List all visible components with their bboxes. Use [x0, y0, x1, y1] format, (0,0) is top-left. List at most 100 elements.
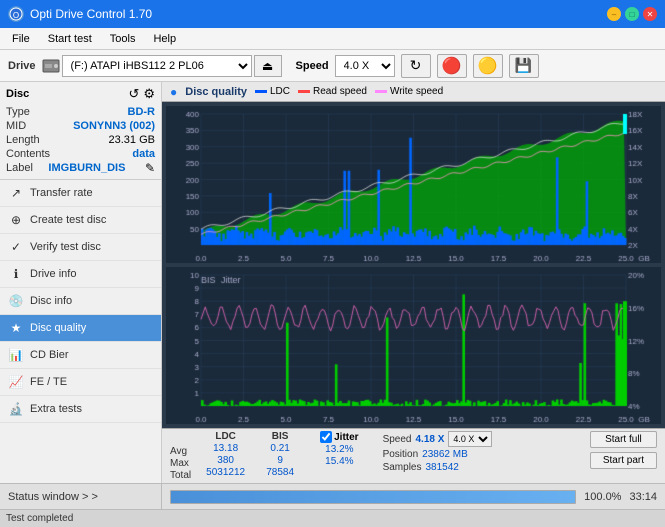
sidebar-item-drive-info[interactable]: ℹ Drive info: [0, 261, 161, 288]
main-layout: Disc ↺ ⚙ Type BD-R MID SONYNN3 (002) Len…: [0, 82, 665, 483]
menu-bar: File Start test Tools Help: [0, 28, 665, 50]
sidebar-item-disc-quality[interactable]: ★ Disc quality: [0, 315, 161, 342]
record-button[interactable]: 🔴: [437, 54, 467, 78]
svg-text:O: O: [13, 11, 19, 20]
jitter-total: [320, 468, 358, 479]
disc-label-value: IMGBURN_DIS: [48, 162, 125, 174]
refresh-button[interactable]: ↻: [401, 54, 431, 78]
bis-total: 78584: [260, 467, 300, 478]
sidebar-item-verify-test[interactable]: ✓ Verify test disc: [0, 234, 161, 261]
legend-write-color: [375, 90, 387, 93]
menu-start-test[interactable]: Start test: [40, 31, 100, 47]
progress-bar: [170, 490, 576, 504]
bis-stats: BIS 0.21 9 78584: [260, 431, 300, 478]
disc-quality-icon: ★: [8, 320, 24, 336]
legend-read-label: Read speed: [313, 86, 367, 97]
charts-container: [162, 102, 665, 428]
legend-read-color: [298, 90, 310, 93]
bis-avg: 0.21: [260, 443, 300, 454]
speed-unit-select[interactable]: 4.0 X: [448, 431, 492, 447]
ldc-total: 5031212: [203, 467, 248, 478]
jitter-avg: 13.2%: [320, 444, 358, 455]
disc-title: Disc: [6, 88, 29, 100]
content-area: ● Disc quality LDC Read speed Write spee…: [162, 82, 665, 483]
drive-info-icon: ℹ: [8, 266, 24, 282]
menu-tools[interactable]: Tools: [102, 31, 144, 47]
disc-mid-label: MID: [6, 120, 26, 132]
disc-length-label: Length: [6, 134, 40, 146]
ldc-chart: [166, 106, 661, 263]
position-value: 23862 MB: [422, 449, 468, 460]
completion-bar: Test completed: [0, 509, 665, 527]
speed-select[interactable]: 4.0 X 1.0 X 2.0 X 8.0 X: [335, 55, 395, 77]
disc-label-label: Label: [6, 162, 33, 174]
menu-file[interactable]: File: [4, 31, 38, 47]
disc-info-icon: 💿: [8, 293, 24, 309]
progress-percent: 100.0%: [584, 491, 621, 503]
drive-select[interactable]: (F:) ATAPI iHBS112 2 PL06: [62, 55, 252, 77]
status-bar: Status window > > 100.0% 33:14: [0, 483, 665, 509]
sidebar-item-create-test-label: Create test disc: [30, 214, 153, 226]
position-row: Position 23862 MB: [383, 449, 493, 460]
disc-quality-header-icon: ●: [170, 85, 177, 99]
stats-bar: Avg Max Total LDC 13.18 380 5031212 BIS …: [162, 428, 665, 483]
sidebar-item-cd-bier-label: CD Bier: [30, 349, 153, 361]
start-part-button[interactable]: Start part: [590, 452, 657, 469]
sidebar-menu: ↗ Transfer rate ⊕ Create test disc ✓ Ver…: [0, 180, 161, 483]
drive-bar: Drive (F:) ATAPI iHBS112 2 PL06 ⏏ Speed …: [0, 50, 665, 82]
maximize-button[interactable]: □: [625, 7, 639, 21]
legend-write-label: Write speed: [390, 86, 443, 97]
disc-length-value: 23.31 GB: [109, 134, 155, 146]
time-display: 33:14: [629, 491, 657, 503]
ldc-header: LDC: [203, 431, 248, 442]
sidebar-item-transfer-rate[interactable]: ↗ Transfer rate: [0, 180, 161, 207]
disc-mid-value: SONYNN3 (002): [73, 120, 155, 132]
speed-position-stats: Speed 4.18 X 4.0 X Position 23862 MB Sam…: [383, 431, 493, 473]
sidebar: Disc ↺ ⚙ Type BD-R MID SONYNN3 (002) Len…: [0, 82, 162, 483]
create-test-icon: ⊕: [8, 212, 24, 228]
disc-type-label: Type: [6, 106, 30, 118]
jitter-checkbox-row: Jitter: [320, 431, 358, 443]
minimize-button[interactable]: –: [607, 7, 621, 21]
window-controls: – □ ✕: [607, 7, 657, 21]
bis-chart-canvas: [166, 267, 661, 424]
disc-settings-icon[interactable]: ⚙: [143, 86, 155, 102]
stat-labels: Avg Max Total: [170, 431, 191, 481]
save-button[interactable]: 💾: [509, 54, 539, 78]
bis-chart: [166, 267, 661, 424]
legend-read: Read speed: [298, 86, 367, 97]
tools-button[interactable]: 🟡: [473, 54, 503, 78]
status-window-button[interactable]: Status window > >: [0, 484, 162, 509]
sidebar-item-cd-bier[interactable]: 📊 CD Bier: [0, 342, 161, 369]
disc-quality-header: ● Disc quality LDC Read speed Write spee…: [162, 82, 665, 102]
start-full-button[interactable]: Start full: [590, 431, 657, 448]
sidebar-item-create-test[interactable]: ⊕ Create test disc: [0, 207, 161, 234]
sidebar-item-fe-te[interactable]: 📈 FE / TE: [0, 369, 161, 396]
sidebar-item-disc-info-label: Disc info: [30, 295, 153, 307]
ldc-chart-canvas: [166, 106, 661, 263]
sidebar-item-extra-tests[interactable]: 🔬 Extra tests: [0, 396, 161, 423]
fe-te-icon: 📈: [8, 374, 24, 390]
close-button[interactable]: ✕: [643, 7, 657, 21]
avg-label: Avg: [170, 446, 191, 457]
legend-write: Write speed: [375, 86, 443, 97]
sidebar-item-drive-info-label: Drive info: [30, 268, 153, 280]
menu-help[interactable]: Help: [145, 31, 184, 47]
status-progress-area: 100.0% 33:14: [162, 490, 665, 504]
disc-refresh-icon[interactable]: ↺: [128, 86, 139, 102]
sidebar-item-transfer-rate-label: Transfer rate: [30, 187, 153, 199]
sidebar-item-disc-info[interactable]: 💿 Disc info: [0, 288, 161, 315]
sidebar-item-verify-test-label: Verify test disc: [30, 241, 153, 253]
eject-button[interactable]: ⏏: [254, 55, 282, 77]
disc-quality-title: Disc quality: [185, 86, 247, 98]
title-bar: O Opti Drive Control 1.70 – □ ✕: [0, 0, 665, 28]
progress-bar-fill: [171, 491, 575, 503]
total-label: Total: [170, 470, 191, 481]
disc-label-icon[interactable]: ✎: [145, 161, 155, 175]
speed-stat-value: 4.18 X: [416, 434, 445, 445]
speed-row: Speed 4.18 X 4.0 X: [383, 431, 493, 447]
extra-tests-icon: 🔬: [8, 401, 24, 417]
jitter-checkbox[interactable]: [320, 431, 332, 443]
transfer-rate-icon: ↗: [8, 185, 24, 201]
ldc-max: 380: [203, 455, 248, 466]
